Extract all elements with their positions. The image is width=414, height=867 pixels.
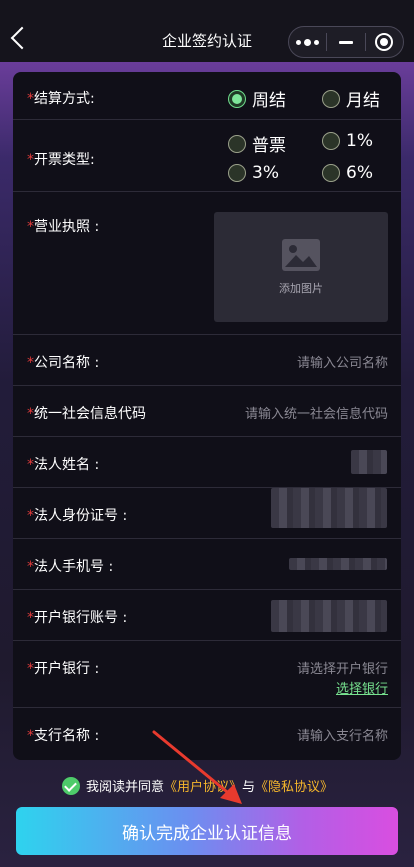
credit-code-input[interactable]: 请输入统一社会信息代码 xyxy=(245,403,388,422)
branch-input[interactable]: 请输入支行名称 xyxy=(297,725,388,744)
mini-program-capsule xyxy=(288,26,404,58)
legal-name-row[interactable]: *法人姓名 : xyxy=(13,437,401,488)
image-placeholder-icon xyxy=(282,239,320,271)
bank-select-input[interactable]: 请选择开户银行 xyxy=(297,658,388,677)
submit-button[interactable]: 确认完成企业认证信息 xyxy=(16,807,398,855)
upload-label: 添加图片 xyxy=(279,282,323,295)
invoice-row: *开票类型: 普票 1% 3% 6% xyxy=(13,120,401,192)
license-upload-box[interactable]: 添加图片 xyxy=(214,212,388,322)
settlement-row: *结算方式: 周结 月结 xyxy=(13,72,401,120)
radio-monthly-label: 月结 xyxy=(346,91,380,111)
close-button[interactable] xyxy=(366,27,403,57)
more-button[interactable] xyxy=(289,27,326,57)
radio-invoice-3-label: 3% xyxy=(252,163,279,183)
radio-weekly-label: 周结 xyxy=(252,91,286,111)
license-label: *营业执照 : xyxy=(27,219,100,235)
bank-account-row[interactable]: *开户银行账号 : xyxy=(13,590,401,641)
privacy-agreement-link[interactable]: 《隐私协议》 xyxy=(255,776,333,795)
annotation-arrow-icon xyxy=(152,730,242,804)
legal-phone-value-redacted[interactable] xyxy=(289,558,387,570)
credit-code-row[interactable]: *统一社会信息代码 请输入统一社会信息代码 xyxy=(13,386,401,437)
legal-id-row[interactable]: *法人身份证号 : xyxy=(13,488,401,539)
radio-invoice-6[interactable]: 6% xyxy=(322,163,373,183)
select-bank-link[interactable]: 选择银行 xyxy=(336,678,388,697)
legal-name-value-redacted[interactable] xyxy=(351,450,387,474)
radio-invoice-1-label: 1% xyxy=(346,131,373,151)
branch-label: *支行名称 : xyxy=(27,728,100,744)
credit-code-label: *统一社会信息代码 xyxy=(27,406,146,422)
bank-label: *开户银行 : xyxy=(27,661,100,677)
radio-unchecked-icon xyxy=(322,164,340,182)
radio-unchecked-icon xyxy=(322,132,340,150)
radio-invoice-1[interactable]: 1% xyxy=(322,131,373,151)
radio-unchecked-icon xyxy=(228,164,246,182)
bank-row: *开户银行 : 请选择开户银行 选择银行 xyxy=(13,641,401,708)
close-target-icon xyxy=(375,33,394,51)
invoice-label: *开票类型: xyxy=(27,152,95,168)
bank-account-value-redacted[interactable] xyxy=(271,600,387,632)
radio-checked-icon xyxy=(228,89,246,108)
minimize-button[interactable] xyxy=(327,27,364,57)
radio-invoice-6-label: 6% xyxy=(346,163,373,183)
radio-invoice-normal[interactable]: 普票 xyxy=(228,131,286,156)
company-name-label: *公司名称 : xyxy=(27,355,100,371)
legal-id-label: *法人身份证号 : xyxy=(27,508,128,524)
company-name-row[interactable]: *公司名称 : 请输入公司名称 xyxy=(13,335,401,386)
bank-account-label: *开户银行账号 : xyxy=(27,610,128,626)
settlement-label: *结算方式: xyxy=(27,91,95,107)
radio-monthly[interactable]: 月结 xyxy=(322,86,380,111)
legal-phone-label: *法人手机号 : xyxy=(27,559,114,575)
radio-unchecked-icon xyxy=(228,134,246,153)
radio-invoice-normal-label: 普票 xyxy=(252,136,286,156)
legal-id-value-redacted[interactable] xyxy=(271,488,387,528)
agreement-checkbox-icon[interactable] xyxy=(62,776,80,795)
legal-name-label: *法人姓名 : xyxy=(27,457,100,473)
company-name-input[interactable]: 请输入公司名称 xyxy=(297,352,388,371)
navigation-bar: 企业签约认证 xyxy=(0,0,414,62)
radio-weekly[interactable]: 周结 xyxy=(228,86,286,111)
minimize-icon xyxy=(339,40,353,44)
radio-invoice-3[interactable]: 3% xyxy=(228,163,279,183)
radio-unchecked-icon xyxy=(322,89,340,108)
more-dots-icon xyxy=(296,38,320,46)
legal-phone-row[interactable]: *法人手机号 : xyxy=(13,539,401,590)
enterprise-form-card: *结算方式: 周结 月结 *开票类型: 普票 1% 3% 6% *营业执照: … xyxy=(13,72,401,760)
